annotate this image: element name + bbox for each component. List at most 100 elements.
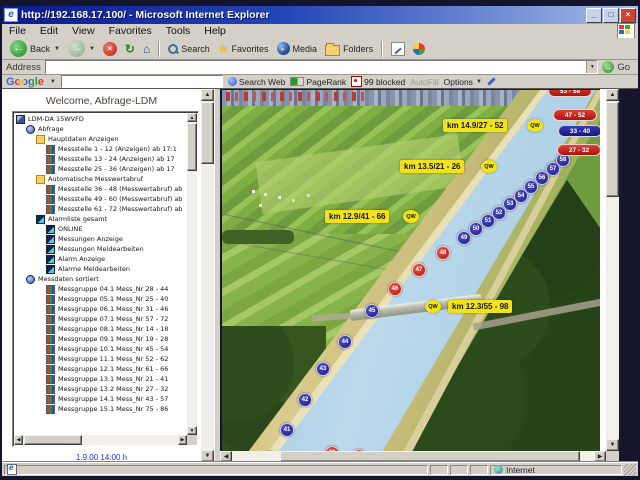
google-logo[interactable]: Google (6, 76, 44, 88)
tree-item[interactable]: Messdaten sortiert (15, 274, 187, 284)
measuring-point-marker[interactable]: 45 (365, 304, 379, 318)
address-dropdown-icon[interactable]: ▼ (586, 61, 597, 73)
scroll-right-button[interactable]: ▶ (178, 435, 187, 445)
close-button[interactable]: × (620, 8, 636, 23)
tree-item[interactable]: LDM-DA 15WVFD (15, 114, 187, 124)
tree-item[interactable]: Messgruppe 14.1 Mess_Nr 43 - 57 (15, 394, 187, 404)
back-dropdown-icon[interactable]: ▼ (54, 46, 60, 52)
tree-item[interactable]: Messgruppe 15.1 Mess_Nr 75 - 86 (15, 404, 187, 414)
menu-view[interactable]: View (65, 25, 102, 37)
autofill-button[interactable]: AutoFill (410, 77, 438, 87)
measuring-point-marker[interactable]: 48 (436, 246, 450, 260)
tree-vertical-scrollbar[interactable]: ▲ ▼ (187, 113, 197, 435)
tree-item[interactable]: Messgruppe 07.1 Mess_Nr 57 - 72 (15, 314, 187, 324)
scroll-up-button[interactable]: ▲ (201, 89, 214, 101)
tree-item[interactable]: Messgruppe 05.1 Mess_Nr 25 - 40 (15, 294, 187, 304)
measuring-point-marker[interactable]: 47 (412, 263, 426, 277)
google-search-input[interactable] (61, 75, 223, 88)
measuring-point-marker[interactable]: 46 (388, 282, 402, 296)
google-dropdown-icon[interactable]: ▼ (50, 79, 56, 85)
stop-button[interactable]: × (99, 39, 121, 59)
measuring-point-marker[interactable]: 49 (457, 231, 471, 245)
left-frame-scrollbar[interactable]: ▲ ▼ (201, 89, 214, 462)
forward-dropdown-icon[interactable]: ▼ (89, 46, 95, 52)
range-pill[interactable]: 33 - 40 (558, 125, 600, 137)
maximize-button[interactable]: □ (603, 8, 619, 23)
scroll-thumb[interactable] (187, 123, 197, 171)
popup-blocked-button[interactable]: 99 blocked (351, 76, 405, 87)
favorites-button[interactable]: ★ Favorites (214, 39, 273, 59)
tree-item[interactable]: Messgruppe 06.1 Mess_Nr 31 - 46 (15, 304, 187, 314)
tree-item[interactable]: Messgruppe 11.1 Mess_Nr 52 - 62 (15, 354, 187, 364)
qw-badge[interactable]: QW (425, 300, 441, 313)
km-label[interactable]: km 14.9/27 - 52 (443, 119, 507, 132)
menu-help[interactable]: Help (197, 25, 233, 37)
tree-item[interactable]: Messstelle 61 - 72 (Messwertabruf) ab (15, 204, 187, 214)
qw-badge[interactable]: QW (527, 119, 543, 132)
scroll-up-button[interactable]: ▲ (606, 89, 619, 101)
resize-grip[interactable] (624, 464, 636, 476)
range-pill[interactable]: 27 - 32 (557, 144, 600, 156)
title-bar[interactable]: e http://192.168.17.100/ - Microsoft Int… (2, 6, 638, 24)
home-button[interactable]: ⌂ (139, 39, 154, 59)
highlighter-pen-icon[interactable] (487, 77, 495, 85)
tree-item[interactable]: Messstelle 49 - 60 (Messwertabruf) ab (15, 194, 187, 204)
scroll-down-button[interactable]: ▼ (606, 439, 619, 451)
measuring-point-marker[interactable]: 44 (338, 335, 352, 349)
menu-file[interactable]: File (2, 25, 33, 37)
menu-favorites[interactable]: Favorites (102, 25, 159, 37)
tree-item[interactable]: Messgruppe 13.1 Mess_Nr 21 - 41 (15, 374, 187, 384)
qw-badge[interactable]: QW (481, 160, 497, 173)
pagerank-indicator[interactable]: PageRank (290, 77, 346, 87)
media-button[interactable]: ▸ Media (273, 39, 322, 59)
measuring-point-marker[interactable]: 41 (280, 423, 294, 437)
messenger-button[interactable] (409, 39, 429, 59)
km-label[interactable]: km 12.3/55 - 98 (448, 300, 512, 313)
tree-item[interactable]: Messgruppe 13.2 Mess_Nr 27 - 32 (15, 384, 187, 394)
tree-horizontal-scrollbar[interactable]: ◀ ▶ (14, 435, 187, 445)
tree-item[interactable]: Alarmliste gesamt (15, 214, 187, 224)
km-label[interactable]: km 12.9/41 - 66 (325, 210, 389, 223)
measuring-point-marker[interactable]: 42 (298, 393, 312, 407)
tree-item[interactable]: Messgruppe 04.1 Mess_Nr 28 - 44 (15, 284, 187, 294)
tree-item[interactable]: Messgruppe 10.1 Mess_Nr 45 - 54 (15, 344, 187, 354)
go-button[interactable]: → Go (602, 61, 634, 73)
refresh-button[interactable]: ↻ (121, 39, 139, 59)
scroll-down-button[interactable]: ▼ (187, 426, 197, 435)
scroll-left-button[interactable]: ◀ (14, 435, 23, 445)
right-frame-scrollbar[interactable]: ▲ ▼ (606, 89, 619, 451)
menu-edit[interactable]: Edit (33, 25, 65, 37)
tree-item[interactable]: Messstelle 36 - 48 (Messwertabruf) ab (15, 184, 187, 194)
scroll-thumb[interactable] (201, 102, 214, 164)
scroll-up-button[interactable]: ▲ (187, 113, 197, 122)
tree-item[interactable]: Messgruppe 12.1 Mess_Nr 61 - 66 (15, 364, 187, 374)
tree-item[interactable]: Messstelle 1 - 12 (Anzeigen) ab 17:1 (15, 144, 187, 154)
forward-button[interactable]: → ▼ (64, 39, 99, 59)
tree-item[interactable]: Abfrage (15, 124, 187, 134)
scroll-thumb[interactable] (24, 435, 82, 445)
tree-item[interactable]: Messgruppe 08.1 Mess_Nr 14 - 18 (15, 324, 187, 334)
tree-item[interactable]: Messungen Meldearbeiten (15, 244, 187, 254)
km-label[interactable]: km 13.5/21 - 26 (400, 160, 464, 173)
tree-item[interactable]: Messgruppe 09.1 Mess_Nr 19 - 28 (15, 334, 187, 344)
range-pill[interactable]: 53 - 58 (548, 89, 592, 97)
menu-tools[interactable]: Tools (159, 25, 198, 37)
measuring-point-marker[interactable]: 43 (316, 362, 330, 376)
address-input[interactable]: ▼ (45, 60, 598, 74)
tree-item[interactable]: Messstelle 25 - 36 (Anzeigen) ab 17 (15, 164, 187, 174)
scroll-thumb[interactable] (606, 102, 619, 197)
tree-item[interactable]: Messungen Anzeige (15, 234, 187, 244)
tree-item[interactable]: Messstelle 13 - 24 (Anzeigen) ab 17 (15, 154, 187, 164)
folders-button[interactable]: Folders (321, 39, 377, 59)
back-button[interactable]: ← Back ▼ (6, 39, 64, 59)
edit-button[interactable] (387, 39, 409, 59)
tree-item[interactable]: Alarm Anzeige (15, 254, 187, 264)
tree-item[interactable]: Hauptdaten Anzeigen (15, 134, 187, 144)
minimize-button[interactable]: _ (586, 8, 602, 23)
tree-item[interactable]: Alarme Meldearbeiten (15, 264, 187, 274)
range-pill[interactable]: 47 - 52 (553, 109, 597, 121)
qw-badge[interactable]: QW (403, 210, 419, 223)
options-button[interactable]: Options ▼ (444, 77, 482, 87)
tree-item[interactable]: ONLINE (15, 224, 187, 234)
search-web-button[interactable]: Search Web (228, 77, 286, 87)
